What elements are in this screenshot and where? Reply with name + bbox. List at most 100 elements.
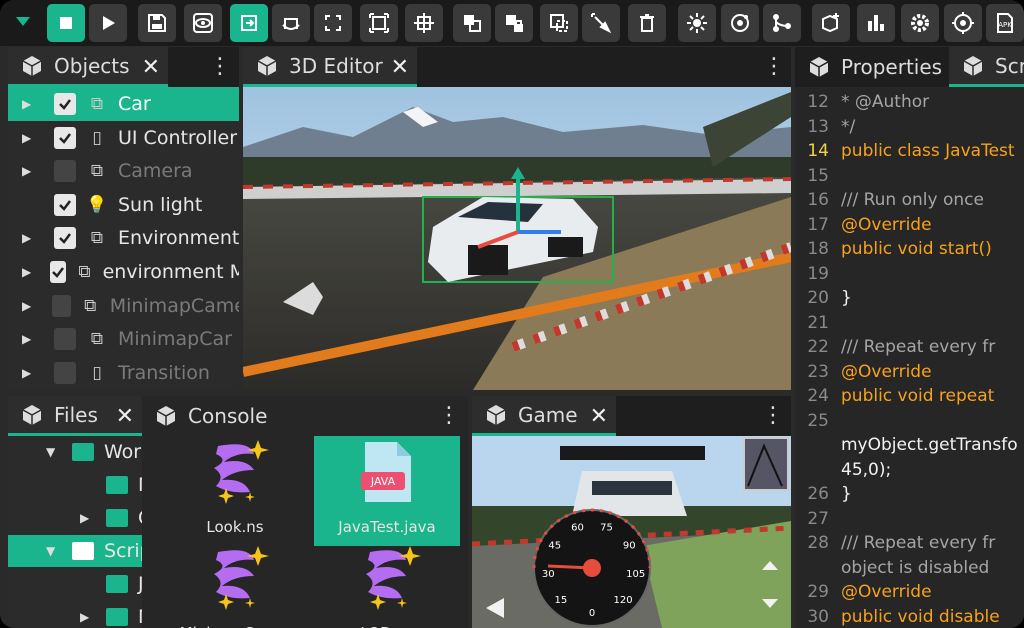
expand-arrow-icon[interactable]: ▶ xyxy=(22,366,38,380)
close-icon[interactable]: ✕ xyxy=(116,404,134,429)
tab-properties[interactable]: Properties xyxy=(795,47,945,87)
save-button[interactable] xyxy=(138,4,176,42)
tab-files[interactable]: Files ✕ xyxy=(8,396,142,436)
expand-arrow-icon[interactable]: ▶ xyxy=(22,97,38,111)
tab-console[interactable]: Console xyxy=(142,396,276,436)
delete-button[interactable] xyxy=(628,4,666,42)
visibility-checkbox[interactable] xyxy=(54,328,76,351)
lock-button[interactable] xyxy=(495,4,533,42)
expand-arrow-icon[interactable]: ▶ xyxy=(22,231,38,245)
more-options-icon[interactable]: ⋮ xyxy=(209,55,231,79)
folder-icon xyxy=(106,608,128,626)
collapse-toolbar-icon[interactable] xyxy=(14,12,32,30)
visibility-checkbox[interactable] xyxy=(54,361,76,384)
more-options-icon[interactable]: ⋮ xyxy=(438,404,460,428)
visibility-checkbox[interactable] xyxy=(54,193,76,216)
svg-text:APK: APK xyxy=(998,21,1012,29)
asset-item[interactable]: MinimapCar.ns xyxy=(162,542,308,628)
tab-3d-editor[interactable]: 3D Editor ✕ xyxy=(243,47,417,87)
code-line: 21 xyxy=(795,313,1024,337)
close-icon[interactable]: ✕ xyxy=(142,55,160,80)
tab-objects[interactable]: Objects ✕ xyxy=(8,47,168,87)
duplicate-button[interactable] xyxy=(540,4,578,42)
expand-arrow-icon[interactable]: ▶ xyxy=(22,265,34,279)
visibility-checkbox[interactable] xyxy=(49,261,67,283)
file-tree-row[interactable]: ▼ Worlc xyxy=(8,436,160,468)
merge-icon xyxy=(464,15,481,32)
3d-viewport[interactable] xyxy=(243,87,791,390)
code-text: /// Run only once xyxy=(841,190,984,210)
environment-button[interactable] xyxy=(721,4,759,42)
eye-icon xyxy=(193,13,213,33)
code-line: 26 } xyxy=(795,484,1024,508)
line-number: 25 xyxy=(807,410,829,431)
visibility-checkbox[interactable] xyxy=(54,227,76,250)
expand-arrow-icon[interactable]: ▶ xyxy=(80,511,89,525)
visibility-checkbox[interactable] xyxy=(54,126,76,149)
editor-tabbar: 3D Editor ✕ ⋮ xyxy=(243,47,791,87)
object-row[interactable]: ▶ ▯ Transition xyxy=(8,356,239,390)
expand-arrow-icon[interactable]: ▶ xyxy=(22,332,38,346)
expand-arrow-icon[interactable]: ▶ xyxy=(22,299,36,313)
object-row[interactable]: ▶ ⧉ Environment xyxy=(8,221,239,255)
play-button[interactable] xyxy=(89,4,127,42)
code-editor[interactable]: 12 * @Author 13 */14 public class JavaTest 1… xyxy=(795,87,1024,628)
preview-button[interactable] xyxy=(184,4,222,42)
object-row[interactable]: ▶ ⧉ Car xyxy=(8,87,239,121)
checkmark-icon xyxy=(59,200,71,211)
visibility-checkbox[interactable] xyxy=(54,93,76,115)
close-icon[interactable]: ✕ xyxy=(391,55,409,80)
object-icon: ⧉ xyxy=(84,295,97,316)
file-tree-row[interactable]: ▼ Script xyxy=(8,535,160,567)
file-tree-row[interactable]: Mi xyxy=(8,469,160,501)
expand-arrow-icon[interactable]: ▶ xyxy=(22,131,38,145)
more-options-icon[interactable]: ⋮ xyxy=(762,404,784,428)
visibility-checkbox[interactable] xyxy=(51,294,71,317)
object-row[interactable]: ▶ ⧉ Camera xyxy=(8,154,239,188)
file-tree-row[interactable]: Ja xyxy=(8,568,160,600)
move-tool-button[interactable] xyxy=(230,4,268,42)
asset-item[interactable]: Look.ns xyxy=(162,436,308,546)
more-options-icon[interactable]: ⋮ xyxy=(763,55,785,79)
asset-item[interactable]: JAVA JavaTest.java xyxy=(314,436,460,546)
cube-icon xyxy=(22,55,42,76)
scale-tool-button[interactable] xyxy=(314,4,352,42)
frame-button[interactable] xyxy=(360,4,398,42)
cube-icon xyxy=(486,404,506,425)
line-number: 22 xyxy=(807,337,829,357)
apk-button[interactable]: APK xyxy=(986,4,1024,42)
expand-arrow-icon[interactable]: ▶ xyxy=(22,164,38,178)
game-viewport[interactable]: 15 30 45 60 75 90 105 120 0 xyxy=(472,436,791,628)
asset-item[interactable]: LOD.ns xyxy=(314,542,460,628)
target-button[interactable] xyxy=(944,4,982,42)
center-button[interactable] xyxy=(405,4,443,42)
scale-icon xyxy=(325,15,341,31)
checkmark-icon xyxy=(59,99,71,110)
tab-script[interactable]: Scr xyxy=(949,47,1024,87)
frame-icon xyxy=(369,13,389,33)
file-tree-row[interactable]: ▶Ca xyxy=(8,502,160,534)
visibility-checkbox[interactable] xyxy=(54,160,76,183)
expand-arrow-icon[interactable]: ▶ xyxy=(80,610,89,624)
pick-button[interactable] xyxy=(582,4,620,42)
object-row[interactable]: ▶ ⧉ environment M xyxy=(8,255,239,289)
tab-game[interactable]: Game ✕ xyxy=(472,396,616,436)
object-row[interactable]: 💡 Sun light xyxy=(8,188,239,222)
object-row[interactable]: ▶ ▯ UI Controller xyxy=(8,121,239,155)
object-row[interactable]: ▶ ⧉ MinimapCame xyxy=(8,289,239,323)
light-button[interactable] xyxy=(678,4,716,42)
rotate-tool-button[interactable] xyxy=(272,4,310,42)
expand-arrow-icon[interactable]: ▼ xyxy=(46,544,55,558)
close-icon[interactable]: ✕ xyxy=(590,404,608,429)
stop-button[interactable] xyxy=(47,4,85,42)
merge-button[interactable] xyxy=(453,4,491,42)
object-row[interactable]: ▶ ⧉ MinimapCar xyxy=(8,322,239,356)
3d-scene-render xyxy=(243,87,791,390)
add-object-button[interactable] xyxy=(812,4,850,42)
java-badge-label: JAVA xyxy=(370,475,396,488)
nodes-button[interactable] xyxy=(763,4,801,42)
charts-button[interactable] xyxy=(857,4,895,42)
settings-button[interactable] xyxy=(901,4,939,42)
file-tree-row[interactable]: ▶Mi xyxy=(8,601,160,628)
expand-arrow-icon[interactable]: ▼ xyxy=(46,445,55,459)
